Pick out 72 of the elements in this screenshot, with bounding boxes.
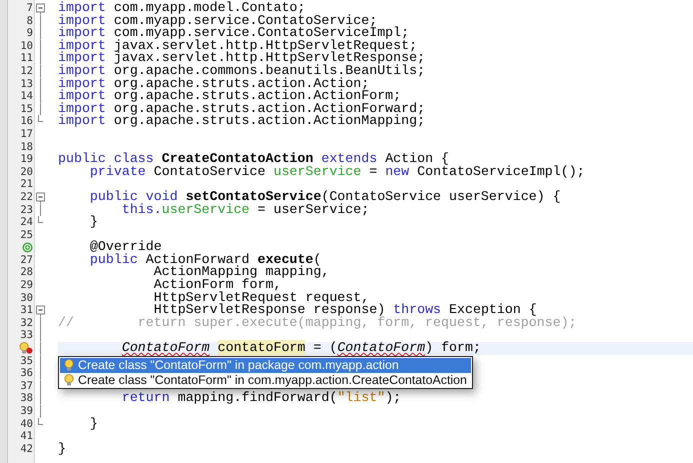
- line-number: 22: [20, 190, 33, 204]
- line-number: 37: [20, 380, 33, 392]
- line-number: 35: [20, 354, 33, 368]
- line-number: 39: [20, 405, 33, 418]
- line-number: 12: [20, 64, 33, 78]
- line-number: 16: [20, 115, 33, 128]
- code-line: import org.apache.struts.action.ActionForm;: [58, 90, 402, 103]
- suggestion-item[interactable]: Create class "ContatoForm" in com.myapp.action.CreateContatoAction: [60, 372, 471, 387]
- code-line: import org.apache.commons.beanutils.BeanUtils;: [58, 64, 426, 78]
- line-number: 33: [20, 329, 33, 342]
- line-number: 27: [20, 254, 33, 266]
- line-number: 17: [20, 128, 33, 141]
- lightbulb-icon: [64, 374, 74, 386]
- code-line: // return super.execute(mapping, form, request, response);: [58, 316, 577, 330]
- override-icon[interactable]: [22, 242, 33, 254]
- code-line: return mapping.findForward("list");: [120, 392, 402, 405]
- code-line: }: [58, 442, 66, 456]
- code-line: import com.myapp.model.Contato;: [58, 2, 306, 15]
- code-line: public class CreateContatoAction extends Action {: [58, 153, 450, 166]
- code-line: import org.apache.struts.action.ActionMapping;: [58, 115, 426, 128]
- code-line: ActionForm form,: [152, 279, 282, 292]
- code-line: import javax.servlet.http.HttpServletResponse;: [58, 52, 426, 65]
- line-number: 8: [26, 14, 33, 28]
- code-line: }: [88, 418, 98, 430]
- line-number: 29: [20, 279, 33, 292]
- line-number: 10: [20, 40, 33, 52]
- line-number: 40: [20, 418, 33, 430]
- line-number: 32: [20, 316, 33, 330]
- line-number: 41: [20, 430, 33, 443]
- suggestion-item[interactable]: Create class "ContatoForm" in package com.myapp.action: [60, 358, 471, 372]
- line-number: 14: [20, 90, 33, 103]
- line-number: 42: [20, 442, 33, 456]
- line-number: 38: [20, 392, 33, 405]
- code-line: ContatoForm contatoForm = (ContatoForm) form;: [120, 342, 481, 355]
- code-line: import com.myapp.service.ContatoServiceImpl;: [58, 27, 410, 40]
- fold-toggle-icon[interactable]: [36, 2, 44, 15]
- line-number: 13: [20, 78, 33, 90]
- code-line: import org.apache.struts.action.Action;: [58, 78, 370, 90]
- fold-toggle-icon[interactable]: [36, 190, 44, 204]
- error-lightbulb-icon[interactable]: [19, 342, 33, 354]
- code-line: public void setContatoService(ContatoService userService) {: [88, 190, 561, 204]
- code-line: public ActionForward execute(: [88, 254, 322, 266]
- code-line: HttpServletRequest request,: [152, 292, 370, 304]
- fold-end-icon: [38, 216, 42, 224]
- code-line: private ContatoService userService = new ContatoServiceImpl();: [90, 166, 585, 178]
- line-number: 18: [20, 140, 33, 154]
- line-number: 7: [26, 2, 33, 15]
- code-line: HttpServletResponse response) throws Exception {: [154, 304, 537, 317]
- line-number: 31: [20, 304, 33, 317]
- code-line: import javax.servlet.http.HttpServletRequest;: [58, 40, 418, 52]
- line-number: 30: [20, 292, 33, 304]
- line-number: 11: [20, 52, 33, 65]
- fold-toggle-icon[interactable]: [36, 304, 44, 317]
- line-number: 24: [20, 216, 33, 229]
- code-line: @Override: [88, 241, 162, 254]
- code-line: ActionMapping mapping,: [152, 266, 330, 280]
- line-number: 15: [20, 102, 33, 116]
- line-number: 20: [20, 166, 33, 178]
- line-number: 23: [20, 204, 33, 216]
- code-line: import com.myapp.service.ContatoService;: [58, 14, 378, 28]
- lightbulb-icon: [64, 359, 74, 372]
- line-number: 21: [20, 178, 33, 191]
- code-line: import org.apache.struts.action.ActionForward;: [58, 102, 426, 116]
- line-number: 9: [26, 27, 33, 40]
- line-number: 28: [20, 266, 33, 280]
- line-number: 19: [20, 153, 33, 166]
- code-line: this.userService = userService;: [122, 204, 370, 216]
- line-number: 25: [20, 228, 33, 242]
- code-line: }: [88, 216, 98, 229]
- fold-end-icon: [38, 418, 42, 425]
- fold-end-icon: [38, 115, 42, 122]
- line-number: 36: [20, 367, 33, 380]
